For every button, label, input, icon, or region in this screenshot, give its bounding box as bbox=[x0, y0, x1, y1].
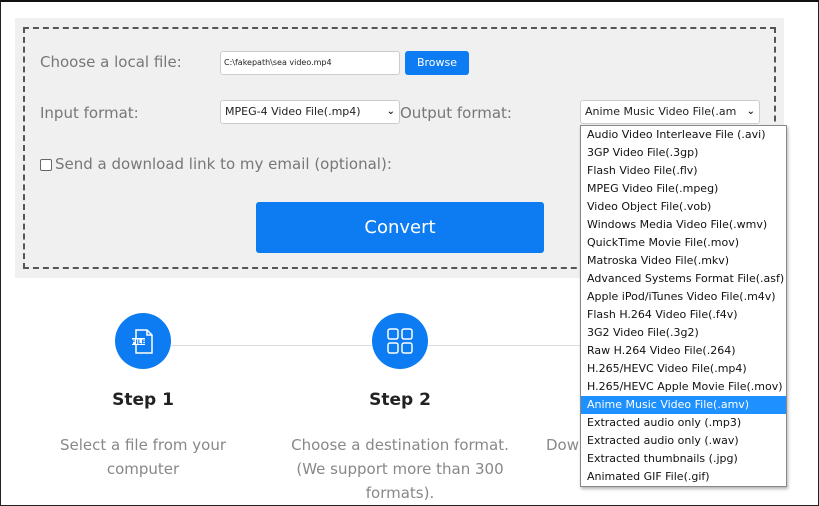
dropdown-option[interactable]: Raw H.264 Video File(.264) bbox=[581, 342, 786, 360]
input-format-label: Input format: bbox=[40, 104, 139, 122]
dropdown-option[interactable]: 3GP Video File(.3gp) bbox=[581, 144, 786, 162]
output-format-label: Output format: bbox=[400, 104, 512, 122]
dropdown-option[interactable]: Extracted audio only (.wav) bbox=[581, 432, 786, 450]
step-connector bbox=[171, 345, 372, 346]
step-2-title: Step 2 bbox=[369, 390, 431, 410]
grid-icon bbox=[387, 328, 413, 354]
dropdown-option[interactable]: Advanced Systems Format File(.asf) bbox=[581, 270, 786, 288]
email-label: Send a download link to my email (option… bbox=[55, 155, 392, 173]
dropdown-option[interactable]: Animated GIF File(.gif) bbox=[581, 468, 786, 486]
desc-line: Select a file from your bbox=[59, 436, 227, 454]
file-path-input[interactable]: C:\fakepath\sea video.mp4 bbox=[220, 51, 400, 75]
step-connector bbox=[428, 345, 580, 346]
step-1-circle: FILE bbox=[115, 313, 171, 369]
desc-line: computer bbox=[106, 460, 180, 478]
email-checkbox[interactable] bbox=[40, 159, 52, 171]
dropdown-option[interactable]: H.265/HEVC Apple Movie File(.mov) bbox=[581, 378, 786, 396]
output-format-value: Anime Music Video File(.am bbox=[585, 105, 737, 118]
svg-text:FILE: FILE bbox=[131, 339, 145, 346]
dropdown-option[interactable]: Extracted audio only (.mp3) bbox=[581, 414, 786, 432]
dropdown-option[interactable]: MPEG Video File(.mpeg) bbox=[581, 180, 786, 198]
file-icon: FILE bbox=[131, 329, 153, 354]
output-format-select[interactable]: Anime Music Video File(.am ⌄ bbox=[580, 100, 760, 124]
input-format-value: MPEG-4 Video File(.mp4) bbox=[225, 105, 361, 118]
input-format-select[interactable]: MPEG-4 Video File(.mp4) ⌄ bbox=[220, 100, 400, 124]
dropdown-option[interactable]: Audio Video Interleave File (.avi) bbox=[581, 126, 786, 144]
step-1-title: Step 1 bbox=[112, 390, 174, 410]
step-2-desc: Choose a destination format. (We support … bbox=[285, 433, 515, 505]
desc-line: (We support more than 300 bbox=[296, 460, 504, 478]
dropdown-option[interactable]: QuickTime Movie File(.mov) bbox=[581, 234, 786, 252]
dropdown-option[interactable]: Extracted thumbnails (.jpg) bbox=[581, 450, 786, 468]
dropdown-option[interactable]: Video Object File(.vob) bbox=[581, 198, 786, 216]
dropdown-option[interactable]: Apple iPod/iTunes Video File(.m4v) bbox=[581, 288, 786, 306]
dropdown-option[interactable]: Anime Music Video File(.amv) bbox=[581, 396, 786, 414]
dropdown-option[interactable]: Matroska Video File(.mkv) bbox=[581, 252, 786, 270]
chevron-down-icon: ⌄ bbox=[386, 106, 395, 117]
step-1-desc: Select a file from your computer bbox=[28, 433, 258, 481]
dropdown-option[interactable]: Windows Media Video File(.wmv) bbox=[581, 216, 786, 234]
desc-line: Choose a destination format. bbox=[291, 436, 509, 454]
step-2-circle bbox=[372, 313, 428, 369]
dropdown-option[interactable]: Flash H.264 Video File(.f4v) bbox=[581, 306, 786, 324]
desc-line: formats). bbox=[365, 484, 435, 502]
file-label: Choose a local file: bbox=[40, 53, 182, 71]
dropdown-option[interactable]: H.265/HEVC Video File(.mp4) bbox=[581, 360, 786, 378]
browse-button[interactable]: Browse bbox=[405, 51, 469, 75]
convert-button[interactable]: Convert bbox=[256, 202, 544, 253]
chevron-down-icon: ⌄ bbox=[746, 106, 755, 117]
output-format-dropdown-list[interactable]: Audio Video Interleave File (.avi) 3GP Vi… bbox=[580, 125, 787, 487]
dropdown-option[interactable]: 3G2 Video File(.3g2) bbox=[581, 324, 786, 342]
dropdown-option[interactable]: Flash Video File(.flv) bbox=[581, 162, 786, 180]
